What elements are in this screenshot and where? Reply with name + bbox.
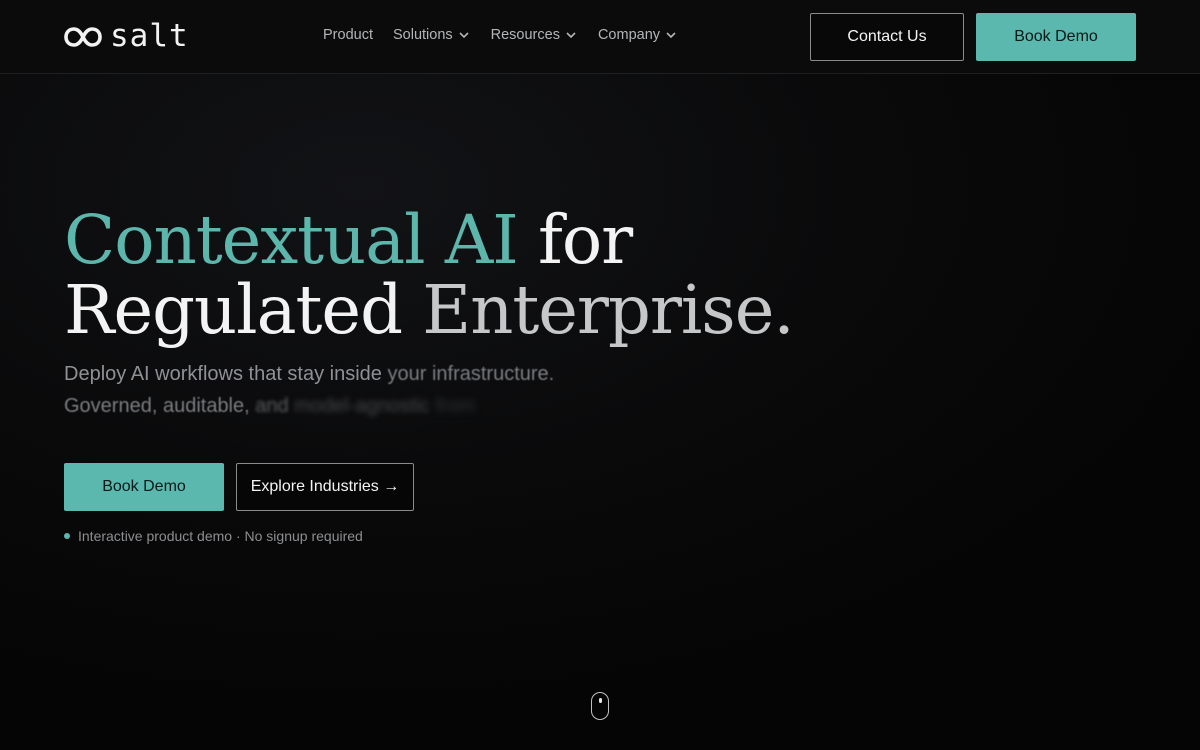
hero-subtitle-part: Governed, auditable, bbox=[64, 395, 250, 417]
chevron-down-icon bbox=[566, 32, 576, 39]
hero-title-regulated: Regulated bbox=[64, 271, 403, 349]
book-demo-nav-button[interactable]: Book Demo bbox=[976, 13, 1136, 61]
hero-subtitle-part: your infrastructure. bbox=[387, 363, 555, 385]
hero-subtitle-part: Deploy AI workflows that stay inside bbox=[64, 363, 382, 385]
brand-name: salt bbox=[110, 18, 189, 54]
demo-note-text: Interactive product demo · No signup req… bbox=[78, 528, 363, 544]
nav-item-solutions[interactable]: Solutions bbox=[393, 26, 471, 44]
site-header: salt Product Solutions Resources Company… bbox=[0, 0, 1200, 74]
nav-item-product[interactable]: Product bbox=[323, 26, 373, 44]
nav-item-label: Resources bbox=[490, 27, 560, 43]
contact-us-button[interactable]: Contact Us bbox=[810, 13, 964, 61]
hero-subtitle-part: from bbox=[435, 395, 476, 417]
infinity-logo-icon bbox=[64, 27, 102, 47]
hero-subtitle-part: model-agnostic bbox=[294, 395, 430, 417]
explore-industries-button[interactable]: Explore Industries → bbox=[236, 463, 414, 511]
nav-item-label: Solutions bbox=[392, 27, 453, 43]
chevron-down-icon bbox=[666, 32, 676, 39]
hero-title-enterprise: Enterprise. bbox=[422, 271, 794, 349]
hero-subtitle-part: and bbox=[255, 395, 289, 417]
nav-item-label: Product bbox=[323, 27, 373, 43]
scroll-mouse-icon[interactable] bbox=[591, 692, 609, 720]
hero-title-for: for bbox=[538, 201, 633, 279]
hero-title-accent: Contextual AI bbox=[64, 201, 519, 279]
main-nav: Product Solutions Resources Company bbox=[323, 26, 678, 44]
status-dot-icon bbox=[64, 533, 70, 539]
hero-title: Contextual AI for Regulated Enterprise. bbox=[64, 205, 824, 345]
nav-item-resources[interactable]: Resources bbox=[491, 26, 578, 44]
brand-logo[interactable]: salt bbox=[64, 18, 189, 54]
demo-note: Interactive product demo · No signup req… bbox=[64, 528, 363, 544]
book-demo-hero-button[interactable]: Book Demo bbox=[64, 463, 224, 511]
mouse-wheel bbox=[598, 698, 602, 703]
nav-item-label: Company bbox=[597, 27, 661, 43]
hero-subtitle: Deploy AI workflows that stay inside you… bbox=[64, 358, 664, 422]
chevron-down-icon bbox=[459, 32, 469, 39]
nav-item-company[interactable]: Company bbox=[598, 26, 678, 44]
